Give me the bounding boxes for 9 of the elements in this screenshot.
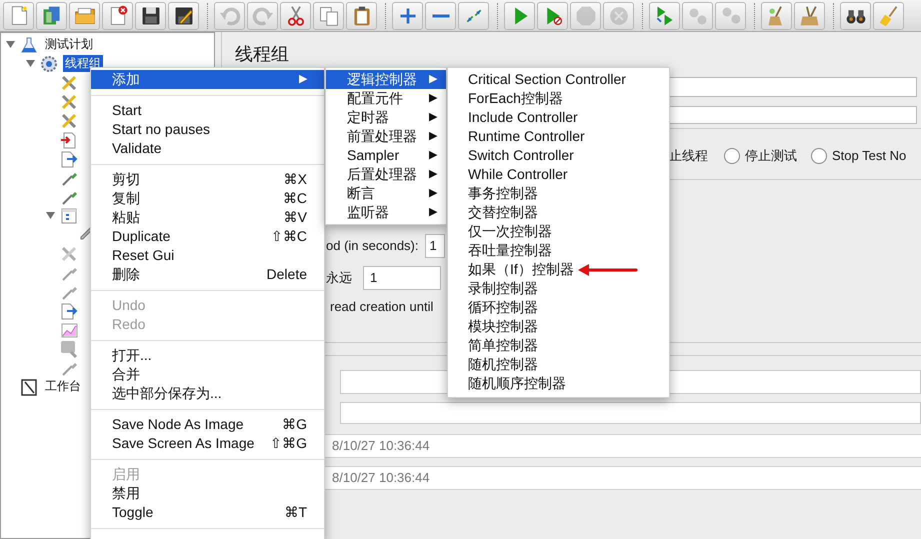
panel-title: 线程组 (235, 43, 290, 65)
delay-thread-label: read creation until (330, 298, 434, 316)
end-time-value: 8/10/27 10:36:44 (332, 469, 430, 488)
start-time-value: 8/10/27 10:36:44 (332, 437, 430, 456)
radio-label: Stop Test No (832, 147, 906, 166)
ramp-up-label: od (in seconds): (326, 237, 418, 256)
radio-label: 止线程 (669, 147, 708, 166)
loop-label: 永远 (326, 269, 352, 288)
radio-label: 停止测试 (745, 147, 797, 166)
